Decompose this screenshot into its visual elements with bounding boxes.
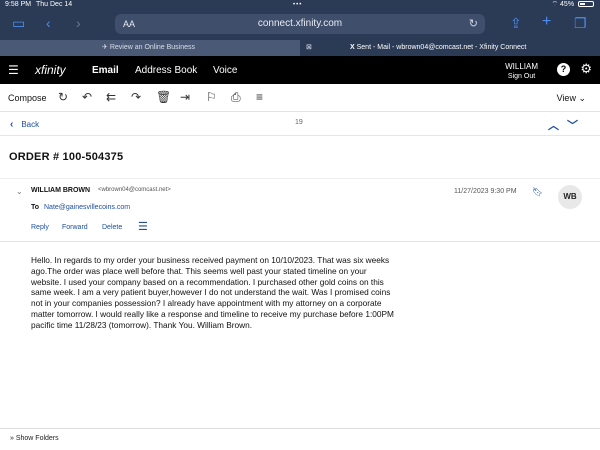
share-icon[interactable]: ⇪ [510,15,522,32]
message-body: Hello. In regards to my order your busin… [31,255,421,331]
battery-percent: 45% [560,1,575,8]
recipient-email[interactable]: Nate@gainesvillecoins.com [44,204,130,211]
body-line: not in your companies possession? I alre… [31,298,382,309]
nav-voice[interactable]: Voice [213,65,237,76]
close-tab-icon[interactable]: ⊠ [306,40,312,56]
status-bar: 9:58 PM Thu Dec 14 ••• ⌔ 45% [0,0,600,10]
reply-icon[interactable]: ↶ [82,90,92,104]
battery-icon [578,1,594,8]
body-line: matter tomorrow. I would really like a r… [31,308,394,319]
multitask-dots-icon[interactable]: ••• [293,0,302,10]
sender-name[interactable]: WILLIAM BROWN [31,187,90,194]
move-icon[interactable]: ⇥ [180,90,190,104]
status-date: Thu Dec 14 [36,1,73,8]
forward-button[interactable]: Forward [62,224,88,231]
tabs-overview-icon[interactable]: ❐ [574,15,587,32]
more-actions-icon[interactable]: ☰ [138,220,148,233]
back-button[interactable]: ‹ Back [10,119,39,130]
body-line: website. I used your company based on a … [31,276,384,287]
body-line: ago.The order was place well before that… [31,265,367,276]
bookmark-flag-icon[interactable]: 🔖︎ [532,187,543,198]
status-right: ⌔ 45% [551,0,594,10]
user-name: WILLIAM [505,62,538,71]
reply-button[interactable]: Reply [31,224,49,231]
tab-label: X Sent - Mail - wbrown04@comcast.net - X… [350,44,527,51]
reload-icon[interactable]: ↻ [469,14,478,34]
refresh-icon[interactable]: ↻ [58,90,68,104]
bookmark-icon[interactable]: ⚐ [206,90,217,104]
back-arrow-icon[interactable]: ‹ [46,15,51,31]
forward-arrow-icon[interactable]: › [76,15,81,31]
body-line: Hello. In regards to my order your busin… [31,255,390,265]
view-dropdown[interactable]: View ⌄ [557,93,586,104]
message-arrows: ︿﹀ [548,117,586,133]
to-label: To [31,204,40,211]
mail-toolbar: Compose ↻ ↶ ⇇ ↷ 🗑 ⇥ ⚐ ⎙ ≡ View ⌄ [0,84,600,112]
print-icon[interactable]: ⎙ [231,90,241,105]
hamburger-menu-icon[interactable]: ☰ [8,63,19,77]
nav-email[interactable]: Email [92,65,119,76]
avatar: WB [558,185,582,209]
help-icon[interactable]: ? [557,63,570,76]
message-subject: ORDER # 100-504375 [9,151,124,163]
browser-tabs: ✈ Review an Online Business ⊠ X Sent - M… [0,40,600,56]
wifi-icon: ⌔ [551,1,559,8]
app-header: ☰ xfinity Email Address Book Voice WILLI… [0,56,600,84]
sender-email: <wbrown04@comcast.net> [98,187,171,193]
forward-icon[interactable]: ↷ [131,90,141,104]
xfinity-logo[interactable]: xfinity [35,63,66,77]
reply-all-icon[interactable]: ⇇ [106,90,116,104]
browser-tab-review[interactable]: ✈ Review an Online Business [0,40,300,56]
body-line: pacific time 11/28/23 (tomorrow). Thank … [31,319,253,330]
message-date: 11/27/2023 9:30 PM [454,188,517,195]
body-line: same week. I am a very patient buyer,how… [31,287,391,298]
new-tab-icon[interactable]: + [542,13,551,31]
status-time: 9:58 PM [5,1,32,8]
url-text[interactable]: connect.xfinity.com [115,14,485,34]
sidebar-icon[interactable]: ▭ [12,15,25,32]
chevron-up-icon[interactable]: ︿ [548,120,567,132]
browser-toolbar: ▭ ‹ › AA connect.xfinity.com ↻ ⇪ + ❐ [0,10,600,40]
chevron-down-icon[interactable]: ﹀ [567,120,586,132]
user-menu[interactable]: WILLIAM Sign Out [505,62,538,80]
message-nav-row: ‹ Back 19 ︿﹀ [0,112,600,136]
expand-header-icon[interactable]: ⌄ [16,187,23,196]
more-icon[interactable]: ≡ [256,90,263,104]
gear-icon[interactable]: ⚙ [580,61,592,77]
footer-bar: » Show Folders [0,428,600,450]
address-bar[interactable]: AA connect.xfinity.com ↻ [115,14,485,34]
compose-button[interactable]: Compose [8,93,47,103]
sign-out-link[interactable]: Sign Out [505,73,538,80]
show-folders-button[interactable]: » Show Folders [10,435,59,442]
delete-icon[interactable]: 🗑 [156,90,171,104]
tab-label: ✈ Review an Online Business [102,44,196,51]
message-count: 19 [295,119,303,126]
nav-address-book[interactable]: Address Book [135,65,197,76]
delete-button[interactable]: Delete [102,224,122,231]
browser-tab-mail[interactable]: ⊠ X Sent - Mail - wbrown04@comcast.net -… [302,40,600,56]
message-header: ⌄ WILLIAM BROWN <wbrown04@comcast.net> T… [0,178,600,242]
chevron-left-icon: ‹ [10,119,14,130]
